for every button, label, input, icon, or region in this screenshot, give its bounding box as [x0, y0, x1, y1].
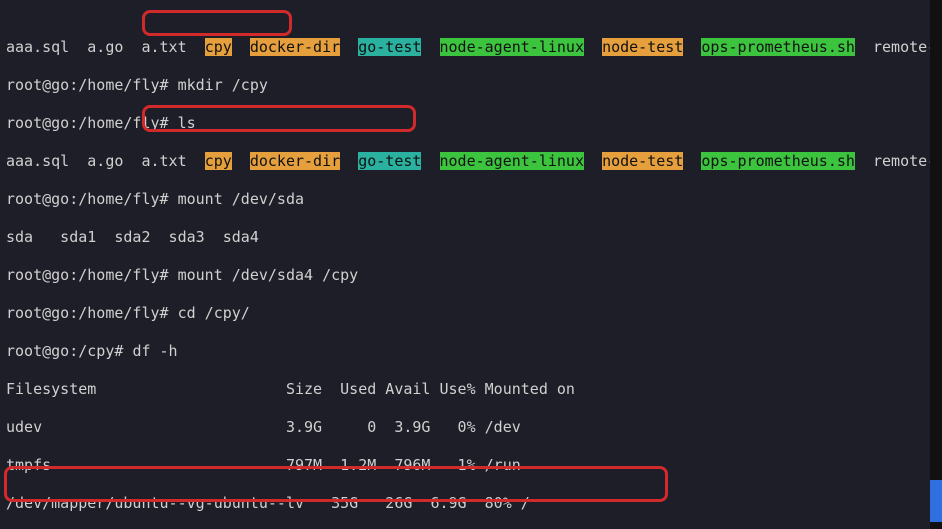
prompt: root@go:/cpy# [6, 342, 132, 360]
highlight-box-mkdir [142, 10, 292, 36]
file-list: aaa.sql a.go a.txt [6, 152, 205, 170]
prompt: root@go:/home/fly# [6, 190, 178, 208]
command-text: cd /cpy/ [178, 304, 250, 322]
prompt: root@go:/home/fly# [6, 266, 178, 284]
prompt: root@go:/home/fly# [6, 304, 178, 322]
prompt-line: root@go:/cpy# df -h [6, 342, 936, 361]
scrollbar[interactable] [930, 0, 942, 529]
dir-cpy: cpy [205, 38, 232, 56]
scrollbar-thumb[interactable] [930, 480, 942, 522]
file-node-agent: node-agent-linux [440, 152, 585, 170]
command-text: mount /dev/sda4 /cpy [178, 266, 359, 284]
prompt: root@go:/home/fly# [6, 114, 178, 132]
file-ops-prometheus: ops-prometheus.sh [701, 38, 855, 56]
file-ops-prometheus: ops-prometheus.sh [701, 152, 855, 170]
df-row: /dev/mapper/ubuntu--vg-ubuntu--lv 35G 26… [6, 494, 936, 513]
file-node-agent: node-agent-linux [440, 38, 585, 56]
command-text: mkdir /cpy [178, 76, 268, 94]
ls-output-row: aaa.sql a.go a.txt cpy docker-dir go-tes… [6, 152, 936, 171]
dir-gotest: go-test [358, 38, 421, 56]
prompt-line: root@go:/home/fly# mount /dev/sda4 /cpy [6, 266, 936, 285]
dir-node-test: node-test [602, 152, 683, 170]
dir-cpy: cpy [205, 152, 232, 170]
df-row: tmpfs 797M 1.2M 796M 1% /run [6, 456, 936, 475]
prompt-line: root@go:/home/fly# cd /cpy/ [6, 304, 936, 323]
dir-node-test: node-test [602, 38, 683, 56]
sda-list: sda sda1 sda2 sda3 sda4 [6, 228, 936, 247]
command-text: ls [178, 114, 196, 132]
prompt-line: root@go:/home/fly# mkdir /cpy [6, 76, 936, 95]
prompt: root@go:/home/fly# [6, 76, 178, 94]
dir-docker: docker-dir [250, 152, 340, 170]
prompt-line: root@go:/home/fly# ls [6, 114, 936, 133]
df-row: udev 3.9G 0 3.9G 0% /dev [6, 418, 936, 437]
prompt-line: root@go:/home/fly# mount /dev/sda [6, 190, 936, 209]
dir-gotest: go-test [358, 152, 421, 170]
terminal-window[interactable]: aaa.sql a.go a.txt cpy docker-dir go-tes… [0, 0, 942, 529]
df-header: Filesystem Size Used Avail Use% Mounted … [6, 380, 936, 399]
ls-output-row: aaa.sql a.go a.txt cpy docker-dir go-tes… [6, 38, 936, 57]
command-text: df -h [132, 342, 177, 360]
command-text: mount /dev/sda [178, 190, 304, 208]
file-list: aaa.sql a.go a.txt [6, 38, 205, 56]
dir-docker: docker-dir [250, 38, 340, 56]
